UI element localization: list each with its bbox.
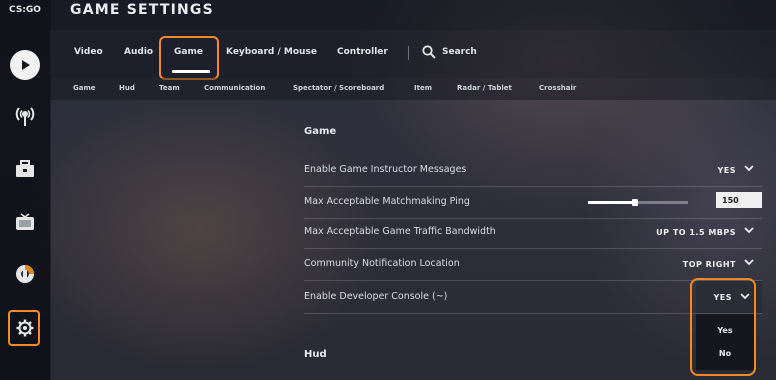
dropdown-highlight-annotation xyxy=(690,278,756,376)
setting-label: Enable Developer Console (~) xyxy=(304,291,448,302)
tab-video[interactable]: Video xyxy=(74,47,103,57)
play-icon xyxy=(10,50,40,80)
setting-value[interactable]: YES xyxy=(717,166,736,175)
settings-tabs: Video Audio Game Keyboard / Mouse Contro… xyxy=(50,30,776,80)
section-title-game: Game xyxy=(304,126,337,137)
search-button[interactable]: Search xyxy=(422,45,477,59)
csgo-logo: CS:GO xyxy=(9,5,41,15)
chevron-down-icon[interactable] xyxy=(744,163,754,173)
chevron-down-icon[interactable] xyxy=(744,257,754,267)
stats-icon xyxy=(16,265,34,283)
ping-value-input[interactable]: 150 xyxy=(716,192,762,208)
subtab-hud[interactable]: Hud xyxy=(119,84,135,92)
setting-label: Max Acceptable Matchmaking Ping xyxy=(304,196,470,207)
chevron-down-icon[interactable] xyxy=(744,225,754,235)
ping-slider-handle[interactable] xyxy=(632,199,638,206)
subtab-game[interactable]: Game xyxy=(73,84,96,92)
briefcase-icon xyxy=(16,160,34,177)
subtab-team[interactable]: Team xyxy=(159,84,180,92)
play-button[interactable] xyxy=(0,46,50,84)
title-bar: GAME SETTINGS xyxy=(50,0,776,30)
game-tab-highlight-annotation xyxy=(159,36,219,80)
subtab-crosshair[interactable]: Crosshair xyxy=(539,84,576,92)
inventory-button[interactable] xyxy=(0,150,50,188)
setting-row[interactable]: Community Notification Location TOP RIGH… xyxy=(304,248,762,281)
broadcast-icon xyxy=(15,107,35,126)
setting-value[interactable]: UP TO 1.5 MBPS xyxy=(656,228,736,237)
subtab-communication[interactable]: Communication xyxy=(204,84,265,92)
setting-row: Max Acceptable Matchmaking Ping 150 xyxy=(304,186,762,219)
ping-slider-fill xyxy=(588,201,635,204)
subtab-radar-tablet[interactable]: Radar / Tablet xyxy=(457,84,512,92)
subtab-item[interactable]: Item xyxy=(414,84,432,92)
stats-button[interactable] xyxy=(0,255,50,293)
tv-icon xyxy=(16,213,34,230)
setting-label: Max Acceptable Game Traffic Bandwidth xyxy=(304,226,496,237)
setting-row[interactable]: Max Acceptable Game Traffic Bandwidth UP… xyxy=(304,216,762,249)
tab-controller[interactable]: Controller xyxy=(337,47,388,57)
page-title: GAME SETTINGS xyxy=(70,2,214,18)
search-icon xyxy=(422,45,436,59)
search-label: Search xyxy=(442,47,477,57)
watch-button[interactable] xyxy=(0,203,50,241)
setting-value[interactable]: TOP RIGHT xyxy=(683,260,736,269)
section-title-hud: Hud xyxy=(304,349,327,360)
setting-label: Community Notification Location xyxy=(304,258,460,269)
sub-tabs: Game Hud Team Communication Spectator / … xyxy=(50,78,776,100)
tab-divider xyxy=(408,46,409,60)
subtab-spectator-scoreboard[interactable]: Spectator / Scoreboard xyxy=(293,84,384,92)
tab-audio[interactable]: Audio xyxy=(124,47,153,57)
ping-slider[interactable] xyxy=(588,199,688,206)
broadcast-button[interactable] xyxy=(0,97,50,135)
setting-label: Enable Game Instructor Messages xyxy=(304,164,467,175)
settings-highlight-annotation xyxy=(8,310,40,346)
setting-row[interactable]: Enable Game Instructor Messages YES xyxy=(304,154,762,187)
tab-keyboard-mouse[interactable]: Keyboard / Mouse xyxy=(226,47,317,57)
sidebar: CS:GO xyxy=(0,0,51,380)
